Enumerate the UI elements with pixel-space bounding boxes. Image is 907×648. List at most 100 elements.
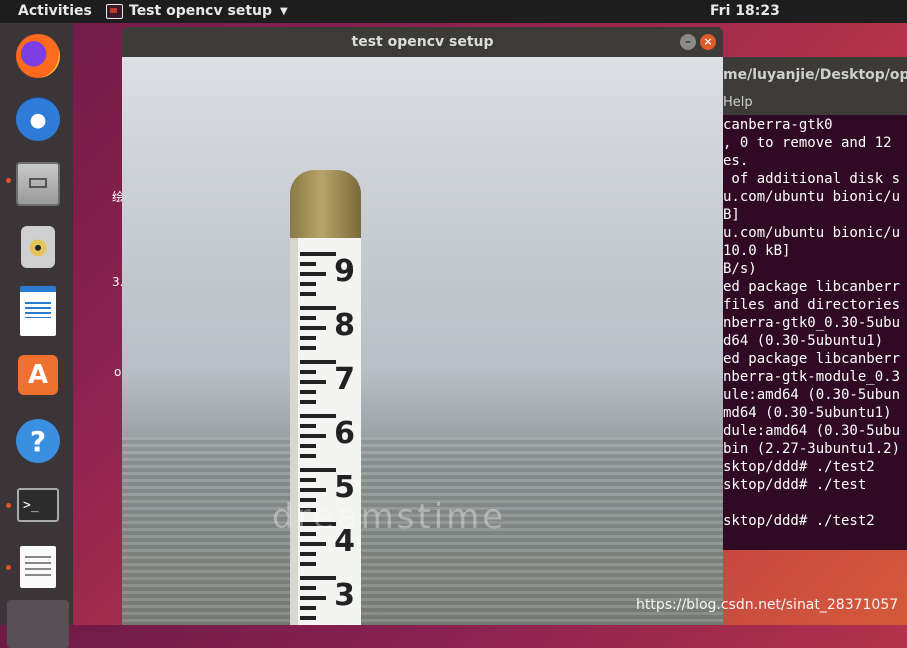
terminal-line: sktop/ddd# ./test2 bbox=[723, 513, 875, 529]
gauge-tick bbox=[300, 390, 316, 394]
dock-item-software[interactable]: A bbox=[14, 351, 62, 399]
rhythmbox-icon bbox=[21, 226, 55, 268]
terminal-line: 10.0 kB] bbox=[723, 243, 791, 259]
terminal-line: sktop/ddd# ./test2 bbox=[723, 459, 875, 475]
gauge-number: 6 bbox=[334, 416, 355, 451]
app-window-icon bbox=[106, 3, 123, 19]
terminal-line: ule:amd64 (0.30-5ubun bbox=[723, 387, 901, 403]
terminal-line: sktop/ddd# ./test bbox=[723, 477, 867, 493]
terminal-line: d64 (0.30-5ubuntu1) bbox=[723, 333, 884, 349]
dock-item-thunderbird[interactable] bbox=[14, 95, 62, 143]
gauge-tick bbox=[300, 576, 336, 580]
opencv-image: 9876543 dreamstime bbox=[122, 57, 723, 625]
terminal-line: ed package libcanberr bbox=[723, 351, 901, 367]
running-indicator bbox=[6, 503, 11, 508]
gauge-tick bbox=[300, 542, 326, 546]
gauge-tick bbox=[300, 488, 326, 492]
dock-item-files[interactable] bbox=[14, 160, 62, 208]
terminal-line: files and directories bbox=[723, 297, 901, 313]
app-menu-label: Test opencv setup bbox=[129, 3, 272, 19]
running-indicator bbox=[6, 178, 11, 183]
terminal-line: u.com/ubuntu bionic/u bbox=[723, 225, 901, 241]
gauge-tick bbox=[300, 468, 336, 472]
gauge-tick bbox=[300, 292, 316, 296]
close-button[interactable]: × bbox=[700, 34, 716, 50]
water-gauge-post: 9876543 bbox=[290, 170, 361, 625]
terminal-line: of additional disk s bbox=[723, 171, 901, 187]
dock: A ? >_ bbox=[0, 23, 73, 648]
thunderbird-icon bbox=[16, 97, 60, 141]
firefox-icon bbox=[16, 34, 60, 78]
writer-icon bbox=[20, 286, 56, 336]
gauge-tick bbox=[300, 316, 316, 320]
gauge-tick bbox=[300, 454, 316, 458]
gauge-number: 7 bbox=[334, 362, 355, 397]
terminal-line: u.com/ubuntu bionic/u bbox=[723, 189, 901, 205]
dock-item-terminal[interactable]: >_ bbox=[14, 481, 62, 529]
opencv-window[interactable]: test opencv setup – × 9876543 dreamstime bbox=[122, 27, 723, 625]
dock-item-text-editor[interactable] bbox=[14, 543, 62, 591]
url-caption: https://blog.csdn.net/sinat_28371057 bbox=[636, 597, 899, 613]
gauge-tick bbox=[300, 306, 336, 310]
app-menu[interactable]: Test opencv setup ▼ bbox=[106, 3, 288, 19]
gauge-tick bbox=[300, 336, 316, 340]
gauge-tick bbox=[300, 346, 316, 350]
gauge-tick bbox=[300, 478, 316, 482]
software-icon: A bbox=[18, 355, 58, 395]
gauge-tick bbox=[300, 434, 326, 438]
gauge-tick bbox=[300, 596, 326, 600]
help-icon: ? bbox=[16, 419, 60, 463]
minimize-button[interactable]: – bbox=[680, 34, 696, 50]
gauge-tick bbox=[300, 252, 336, 256]
terminal-line: es. bbox=[723, 153, 749, 169]
clock[interactable]: Fri 18:23 bbox=[710, 3, 780, 19]
gauge-number: 3 bbox=[334, 578, 355, 613]
gauge-board: 9876543 bbox=[290, 238, 361, 625]
caret-down-icon: ▼ bbox=[280, 5, 288, 17]
watermark: dreamstime bbox=[272, 497, 507, 537]
gauge-tick bbox=[300, 552, 316, 556]
terminal-icon: >_ bbox=[17, 488, 59, 522]
terminal-line: dule:amd64 (0.30-5ubu bbox=[723, 423, 901, 439]
dock-item-rhythmbox[interactable] bbox=[14, 223, 62, 271]
dock-item-active-app[interactable] bbox=[7, 600, 69, 648]
gauge-tick bbox=[300, 360, 336, 364]
gauge-tick bbox=[300, 444, 316, 448]
gauge-tick bbox=[300, 586, 316, 590]
gauge-number: 9 bbox=[334, 254, 355, 289]
dock-item-firefox[interactable] bbox=[14, 32, 62, 80]
terminal-line: nberra-gtk-module_0.3 bbox=[723, 369, 901, 385]
terminal-line: md64 (0.30-5ubuntu1) bbox=[723, 405, 892, 421]
gauge-tick bbox=[300, 370, 316, 374]
terminal-line: nberra-gtk0_0.30-5ubu bbox=[723, 315, 901, 331]
window-title-text: test opencv setup bbox=[351, 34, 494, 50]
gauge-tick bbox=[300, 400, 316, 404]
terminal-line: B] bbox=[723, 207, 740, 223]
terminal-line: B/s) bbox=[723, 261, 757, 277]
gauge-tick bbox=[300, 380, 326, 384]
top-panel: Activities Test opencv setup ▼ Fri 18:23 bbox=[0, 0, 907, 23]
gauge-tick bbox=[300, 262, 316, 266]
desktop-icon-label[interactable]: o bbox=[114, 365, 121, 379]
gauge-tick bbox=[300, 414, 336, 418]
text-editor-icon bbox=[20, 546, 56, 588]
gauge-tick bbox=[300, 272, 326, 276]
terminal-line: bin (2.27-3ubuntu1.2) bbox=[723, 441, 901, 457]
dock-item-writer[interactable] bbox=[14, 286, 62, 336]
dock-item-help[interactable]: ? bbox=[14, 417, 62, 465]
terminal-line: canberra-gtk0 bbox=[723, 117, 833, 133]
terminal-line: , 0 to remove and 12 bbox=[723, 135, 892, 151]
gauge-tick bbox=[300, 562, 316, 566]
gauge-tick bbox=[300, 282, 316, 286]
gauge-post-cap bbox=[290, 170, 361, 242]
window-title: test opencv setup – × bbox=[122, 27, 723, 57]
gauge-tick bbox=[300, 616, 316, 620]
running-indicator bbox=[6, 565, 11, 570]
gauge-tick bbox=[300, 326, 326, 330]
gauge-tick bbox=[300, 606, 316, 610]
gauge-tick bbox=[300, 424, 316, 428]
gauge-number: 8 bbox=[334, 308, 355, 343]
activities-button[interactable]: Activities bbox=[18, 3, 92, 19]
terminal-output[interactable]: canberra-gtk0 , 0 to remove and 12 es. of … bbox=[723, 116, 900, 530]
